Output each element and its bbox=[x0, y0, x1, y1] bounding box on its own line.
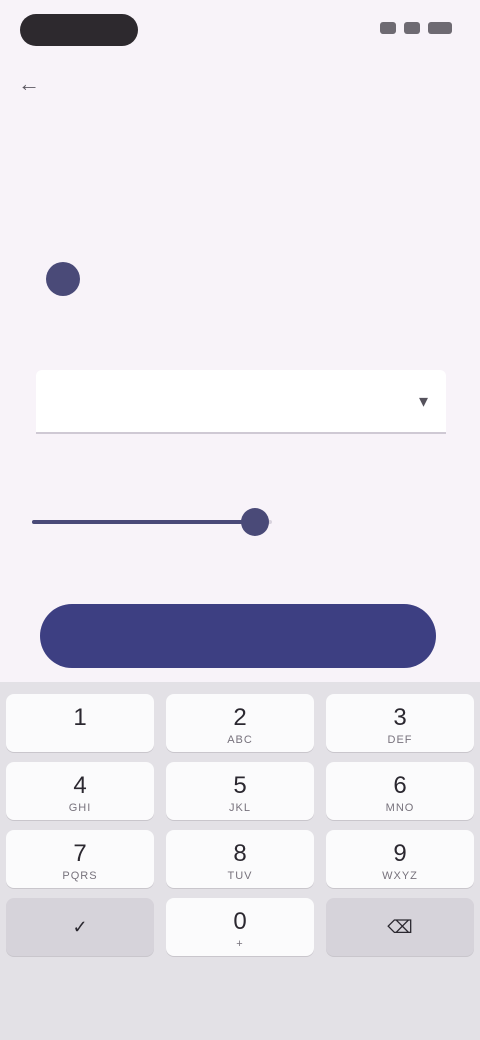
status-icons bbox=[380, 22, 452, 34]
numeric-keyboard: 1 2 ABC 3 DEF 4 GHI 5 JKL 6 MNO 7 PQRS 8 bbox=[0, 682, 480, 1040]
signal-icon bbox=[380, 22, 396, 34]
key-1-label: 1 bbox=[73, 704, 87, 731]
wifi-icon bbox=[404, 22, 420, 34]
arrow-back-icon: ← bbox=[18, 71, 40, 96]
key-8-label: 8 bbox=[233, 840, 247, 867]
key-7-label: 7 bbox=[73, 840, 87, 867]
key-9-sub: WXYZ bbox=[382, 870, 418, 882]
field-input[interactable] bbox=[54, 389, 419, 413]
status-time-pill bbox=[20, 14, 138, 46]
done-key[interactable]: ✓ bbox=[6, 898, 154, 956]
key-6[interactable]: 6 MNO bbox=[326, 762, 474, 820]
key-8-sub: TUV bbox=[227, 870, 253, 882]
key-7-sub: PQRS bbox=[62, 870, 98, 882]
continue-button[interactable] bbox=[40, 604, 436, 668]
battery-icon bbox=[428, 22, 452, 34]
key-6-sub: MNO bbox=[385, 802, 415, 814]
key-3-label: 3 bbox=[393, 704, 407, 731]
key-5-sub: JKL bbox=[229, 802, 251, 814]
slider-thumb[interactable] bbox=[241, 508, 270, 536]
key-4-label: 4 bbox=[73, 772, 87, 799]
info-icon bbox=[46, 262, 80, 296]
key-5[interactable]: 5 JKL bbox=[166, 762, 314, 820]
key-7[interactable]: 7 PQRS bbox=[6, 830, 154, 888]
key-0[interactable]: 0 + bbox=[166, 898, 314, 956]
key-2[interactable]: 2 ABC bbox=[166, 694, 314, 752]
key-4[interactable]: 4 GHI bbox=[6, 762, 154, 820]
key-2-label: 2 bbox=[233, 704, 247, 731]
key-2-sub: ABC bbox=[227, 734, 253, 746]
key-6-label: 6 bbox=[393, 772, 407, 799]
slider[interactable] bbox=[32, 506, 272, 538]
check-icon: ✓ bbox=[72, 916, 88, 937]
key-4-sub: GHI bbox=[68, 802, 92, 814]
key-9-label: 9 bbox=[393, 840, 407, 867]
key-9[interactable]: 9 WXYZ bbox=[326, 830, 474, 888]
key-0-sub: + bbox=[236, 938, 244, 950]
slider-fill bbox=[32, 520, 256, 524]
info-row bbox=[46, 262, 94, 296]
status-bar bbox=[0, 0, 480, 60]
key-5-label: 5 bbox=[233, 772, 247, 799]
key-0-label: 0 bbox=[233, 908, 247, 935]
key-3[interactable]: 3 DEF bbox=[326, 694, 474, 752]
screen: ← ▾ 1 2 ABC 3 DEF 4 GHI 5 JKL 6 MNO 7 PQ… bbox=[0, 0, 480, 1040]
backspace-icon: ⌫ bbox=[387, 916, 413, 937]
key-8[interactable]: 8 TUV bbox=[166, 830, 314, 888]
backspace-key[interactable]: ⌫ bbox=[326, 898, 474, 956]
key-1[interactable]: 1 bbox=[6, 694, 154, 752]
back-button[interactable]: ← bbox=[18, 70, 74, 98]
dropdown-field[interactable]: ▾ bbox=[36, 370, 446, 434]
chevron-down-icon[interactable]: ▾ bbox=[419, 391, 428, 412]
key-3-sub: DEF bbox=[387, 734, 413, 746]
